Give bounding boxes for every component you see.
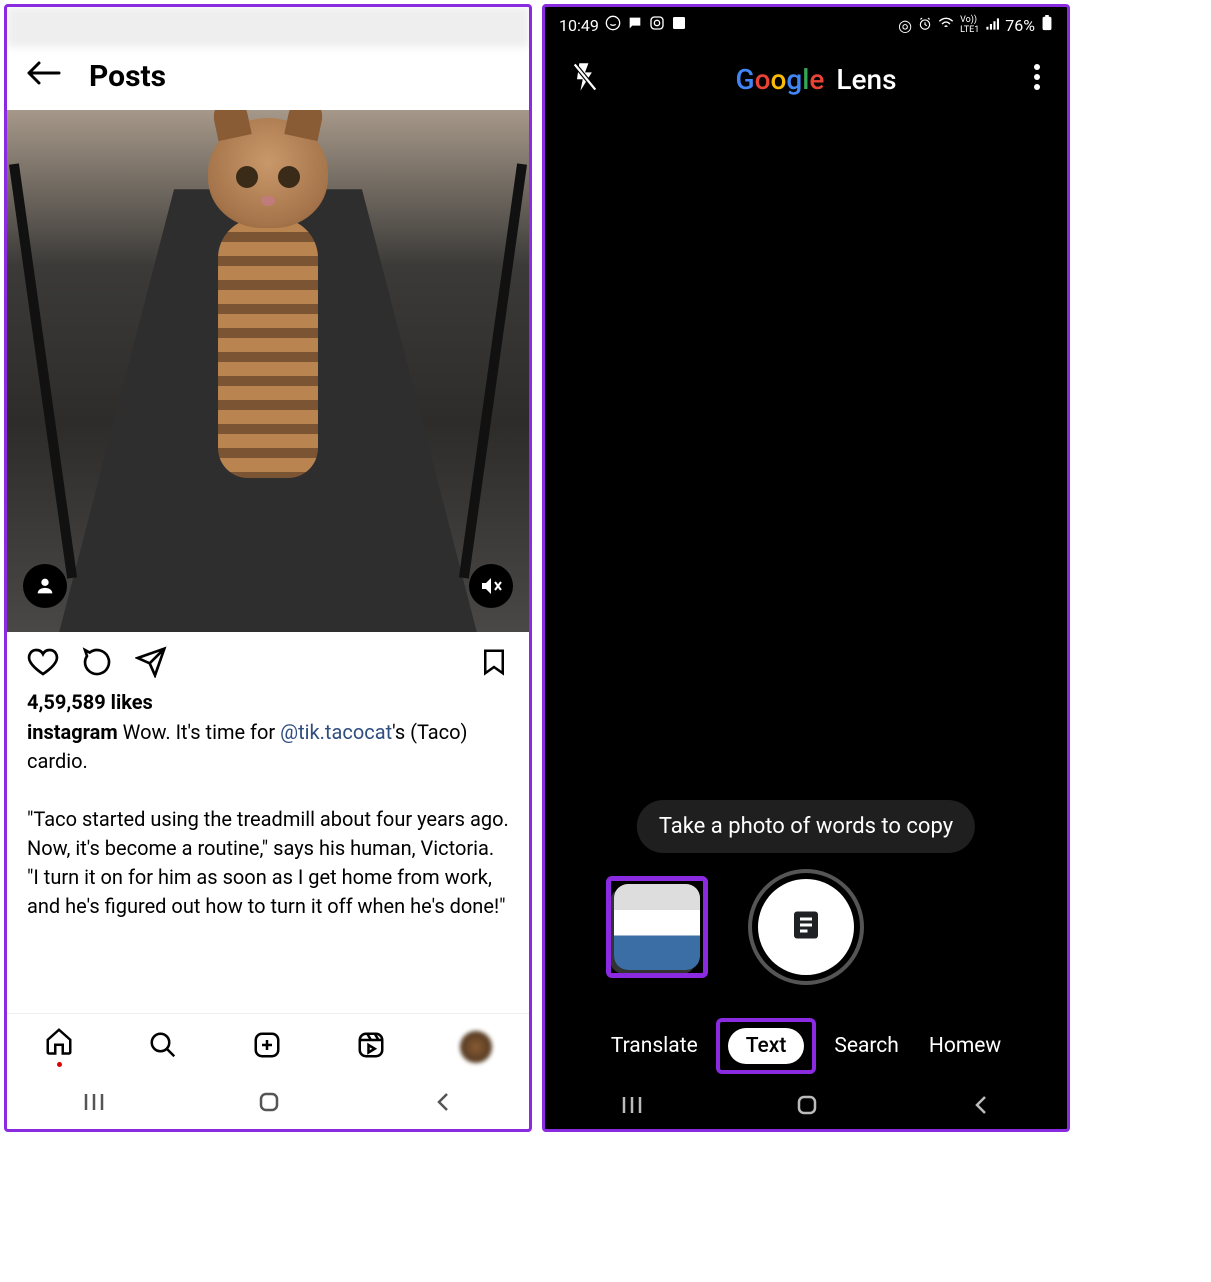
back-chevron-icon[interactable] (971, 1093, 991, 1121)
mode-search[interactable]: Search (834, 1034, 899, 1058)
comment-button[interactable] (81, 646, 113, 682)
network-label: Vo))LTE1 (960, 15, 979, 35)
instagram-screenshot: Posts (4, 4, 532, 1132)
post-caption[interactable]: instagram Wow. It's time for @tik.tacoca… (7, 718, 529, 921)
battery-icon (1041, 15, 1053, 35)
cat-illustration (178, 118, 358, 498)
camera-viewfinder[interactable]: Take a photo of words to copy (545, 107, 1067, 1021)
google-lens-screenshot: 10:49 ◎ Vo))LTE1 (542, 4, 1070, 1132)
share-button[interactable] (135, 646, 167, 682)
capture-controls (545, 869, 1067, 985)
lens-header: Google Lens (545, 43, 1067, 107)
status-time: 10:49 (559, 16, 599, 35)
bottom-nav (7, 1013, 529, 1079)
signal-icon (985, 16, 999, 35)
lens-label: Lens (836, 63, 896, 96)
gallery-notif-icon (671, 15, 687, 35)
post-actions-row (7, 632, 529, 690)
more-vert-icon[interactable] (1033, 63, 1041, 95)
posts-header: Posts (7, 47, 529, 110)
page-title: Posts (89, 59, 166, 94)
nav-profile-avatar[interactable] (460, 1031, 492, 1063)
whatsapp-icon (605, 15, 621, 35)
mode-translate[interactable]: Translate (611, 1034, 698, 1058)
recents-icon[interactable] (83, 1092, 105, 1116)
caption-username[interactable]: instagram (27, 720, 118, 744)
nav-reels-icon[interactable] (356, 1030, 386, 1064)
recents-icon[interactable] (621, 1095, 643, 1119)
caption-mention[interactable]: @tik.tacocat (280, 720, 392, 744)
save-button[interactable] (479, 646, 509, 682)
home-pill-icon[interactable] (795, 1093, 819, 1121)
tagged-people-icon[interactable] (23, 564, 67, 608)
wifi-icon (938, 16, 954, 35)
gallery-thumbnail[interactable] (614, 884, 700, 970)
status-bar: 10:49 ◎ Vo))LTE1 (545, 7, 1067, 43)
lens-title: Google Lens (599, 63, 1033, 96)
nav-add-icon[interactable] (252, 1030, 282, 1064)
nav-search-icon[interactable] (148, 1030, 178, 1064)
android-nav-bar (7, 1079, 529, 1129)
mute-icon[interactable] (469, 564, 513, 608)
hint-pill: Take a photo of words to copy (637, 800, 975, 853)
lens-mode-row[interactable]: Translate Text Search Homew (545, 1021, 1067, 1085)
back-chevron-icon[interactable] (433, 1090, 453, 1118)
shutter-button[interactable] (748, 869, 864, 985)
home-pill-icon[interactable] (257, 1090, 281, 1118)
likes-count[interactable]: 4,59,589 likes (7, 690, 529, 718)
status-bar-blurred (7, 7, 529, 47)
chat-icon (627, 15, 643, 35)
nav-home-icon[interactable] (44, 1026, 74, 1067)
instagram-notif-icon (649, 15, 665, 35)
post-media[interactable] (7, 110, 529, 632)
android-nav-bar (545, 1085, 1067, 1129)
text-document-icon (788, 907, 824, 947)
dnd-icon: ◎ (898, 16, 912, 35)
like-button[interactable] (27, 646, 59, 682)
google-logo-text: Google (736, 63, 825, 96)
flash-off-icon[interactable] (571, 61, 599, 97)
alarm-icon (918, 16, 932, 35)
back-arrow-icon[interactable] (25, 59, 61, 94)
battery-percent: 76% (1005, 16, 1035, 35)
highlight-box (606, 876, 708, 978)
mode-text-active[interactable]: Text (728, 1028, 805, 1064)
highlight-box (716, 1018, 817, 1074)
caption-body: "Taco started using the treadmill about … (27, 807, 509, 918)
mode-homework[interactable]: Homew (929, 1034, 1001, 1058)
